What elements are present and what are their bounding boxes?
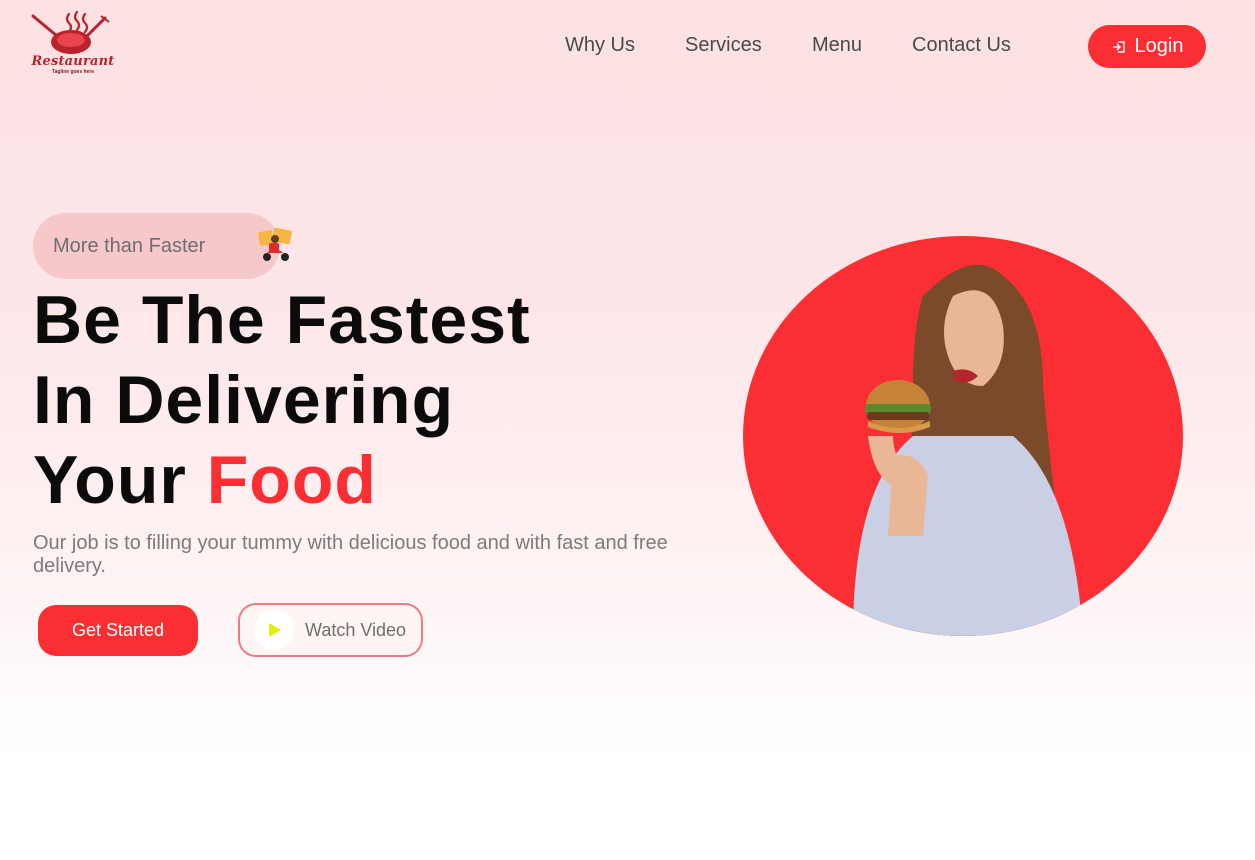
hero-image (743, 236, 1183, 636)
hero-description: Our job is to filling your tummy with de… (33, 532, 668, 577)
watch-video-label: Watch Video (305, 619, 407, 640)
logo-pan-icon (31, 10, 110, 54)
play-icon (269, 623, 281, 637)
headline-line-1: Be The Fastest (33, 282, 531, 358)
headline-highlight: Food (206, 442, 377, 518)
get-started-label: Get Started (71, 620, 165, 640)
nav-item-why-us[interactable]: Why Us (565, 34, 635, 57)
nav-item-menu[interactable]: Menu (812, 34, 862, 57)
login-icon (1112, 40, 1125, 53)
badge-label: More than Faster (53, 234, 206, 257)
logo-tagline: Tagline goes here (51, 69, 95, 75)
headline-line-2: In Delivering (33, 362, 455, 438)
play-button[interactable] (254, 610, 294, 650)
delivery-scooter-icon (258, 227, 292, 261)
login-label: Login (1134, 35, 1184, 57)
watch-video-button[interactable]: Watch Video (238, 603, 423, 657)
hero-headline: Be The Fastest In Delivering Your Food (33, 280, 693, 520)
get-started-button[interactable]: Get Started (38, 605, 198, 656)
logo-wordmark: Restaurant (31, 54, 115, 69)
woman-eating-burger-image (853, 264, 1083, 636)
nav-item-services[interactable]: Services (685, 34, 762, 57)
tagline-badge: More than Faster (33, 213, 292, 279)
nav-item-contact-us[interactable]: Contact Us (912, 34, 1011, 57)
restaurant-logo[interactable]: Restaurant Tagline goes here (25, 10, 121, 78)
headline-line-3-prefix: Your (33, 442, 187, 518)
login-button[interactable]: Login (1088, 25, 1206, 68)
